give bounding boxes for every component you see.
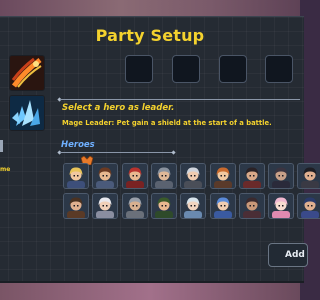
leader-slot-3[interactable]: [219, 55, 247, 83]
hero-dark-assassin-portrait[interactable]: [238, 193, 265, 219]
leader-prompt: Select a hero as leader.: [62, 103, 175, 113]
hero-silver-hair-portrait[interactable]: [180, 163, 207, 189]
divider-line: [60, 99, 300, 100]
leader-slot-1[interactable]: [125, 55, 153, 83]
background-bottom: [0, 282, 300, 300]
leader-slot-2[interactable]: [172, 55, 200, 83]
hero-pink-bunny-portrait[interactable]: [268, 193, 295, 219]
hero-green-ranger-portrait[interactable]: [150, 193, 177, 219]
side-label: me: [0, 166, 11, 173]
hero-dark-rogue-portrait[interactable]: [238, 163, 265, 189]
hero-black-hair-portrait[interactable]: [297, 163, 320, 189]
hero-white-mage-portrait[interactable]: [92, 193, 119, 219]
hero-blue-cleric-portrait[interactable]: [209, 193, 236, 219]
hero-red-hood-portrait[interactable]: [121, 163, 148, 189]
leader-description: Mage Leader: Pet gain a shield at the st…: [62, 119, 272, 127]
hero-brown-hair-portrait[interactable]: [92, 163, 119, 189]
hero-frost-sorceress-portrait[interactable]: [180, 193, 207, 219]
add-button[interactable]: Add: [268, 243, 308, 267]
heroes-underline: [60, 152, 175, 153]
page-title: Party Setup: [95, 26, 205, 45]
hero-dark-mage-portrait[interactable]: [268, 163, 295, 189]
leader-slot-4[interactable]: [265, 55, 293, 83]
hero-blue-monk-portrait[interactable]: [297, 193, 320, 219]
hero-blonde-knight-portrait[interactable]: [63, 163, 89, 189]
hero-ginger-fighter-portrait[interactable]: [209, 163, 236, 189]
heroes-section-label: Heroes: [61, 140, 95, 150]
hero-cowboy-portrait[interactable]: [63, 193, 89, 219]
ice-crystal-icon[interactable]: [9, 95, 45, 131]
side-marker: [0, 140, 3, 152]
hero-steel-helm-portrait[interactable]: [121, 193, 148, 219]
hero-grey-knight-portrait[interactable]: [150, 163, 177, 189]
fire-slash-icon[interactable]: [9, 55, 45, 91]
